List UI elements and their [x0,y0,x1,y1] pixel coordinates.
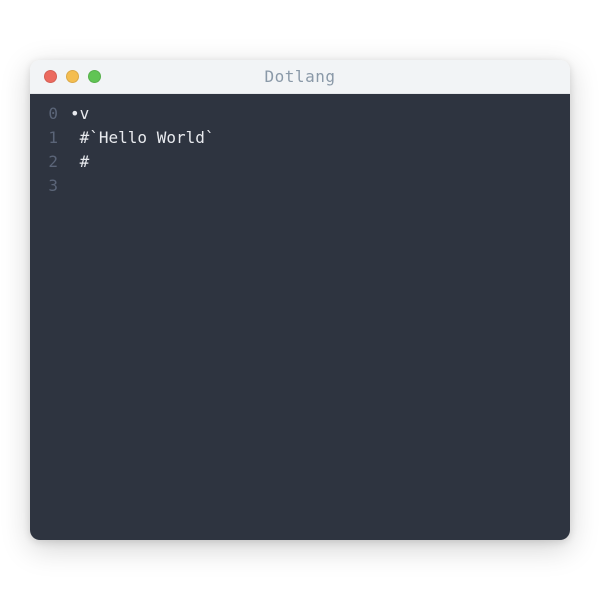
traffic-lights [30,70,101,83]
editor-window: Dotlang 0 1 2 3 •v #`Hello World` # [30,60,570,540]
minimize-icon[interactable] [66,70,79,83]
code-line: •v [70,102,570,126]
line-number: 3 [30,174,58,198]
maximize-icon[interactable] [88,70,101,83]
code-line: # [70,150,570,174]
code-line [70,174,570,198]
code-editor[interactable]: 0 1 2 3 •v #`Hello World` # [30,94,570,540]
code-line: #`Hello World` [70,126,570,150]
close-icon[interactable] [44,70,57,83]
line-number: 0 [30,102,58,126]
code-content[interactable]: •v #`Hello World` # [70,102,570,540]
line-number: 1 [30,126,58,150]
line-number: 2 [30,150,58,174]
line-number-gutter: 0 1 2 3 [30,102,70,540]
window-title: Dotlang [265,67,336,86]
titlebar: Dotlang [30,60,570,94]
